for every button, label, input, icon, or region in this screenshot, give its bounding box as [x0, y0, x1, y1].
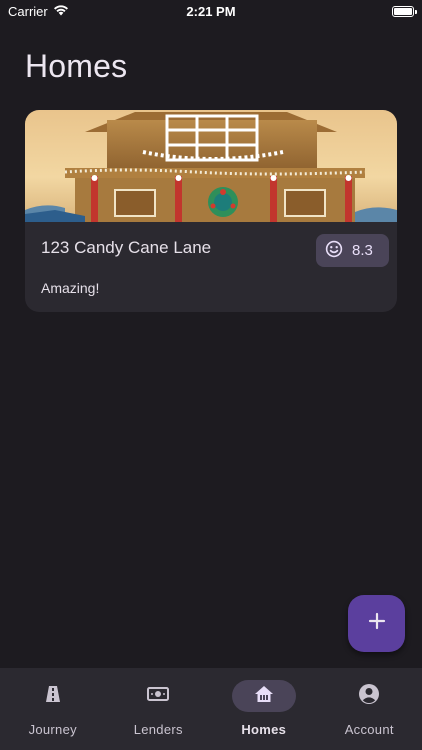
house-icon — [254, 684, 274, 709]
smiley-icon — [325, 240, 343, 262]
home-note: Amazing! — [41, 280, 100, 296]
account-circle-icon — [358, 683, 380, 710]
status-time: 2:21 PM — [186, 3, 236, 19]
score-value: 8.3 — [352, 242, 373, 259]
nav-label-homes: Homes — [241, 722, 287, 737]
nav-label-account: Account — [344, 722, 394, 737]
home-address: 123 Candy Cane Lane — [41, 238, 212, 257]
nav-item-account[interactable]: Account — [317, 668, 422, 750]
nav-pill-homes — [231, 680, 296, 712]
add-home-button[interactable] — [348, 595, 405, 652]
status-bar: Carrier 2:21 PM — [0, 0, 422, 22]
gingerbread-house-photo — [25, 110, 397, 222]
money-icon — [147, 686, 170, 707]
nav-pill-account — [337, 680, 401, 712]
bottom-navigation: Journey Lenders Homes Account — [0, 668, 422, 750]
plus-icon — [368, 612, 386, 635]
score-chip[interactable]: 8.3 — [316, 234, 389, 267]
nav-item-journey[interactable]: Journey — [0, 668, 106, 750]
nav-item-lenders[interactable]: Lenders — [106, 668, 212, 750]
road-icon — [43, 684, 63, 709]
wifi-icon — [53, 4, 69, 19]
nav-pill-journey — [21, 680, 85, 712]
nav-item-homes[interactable]: Homes — [211, 668, 317, 750]
nav-label-lenders: Lenders — [133, 722, 183, 737]
nav-label-journey: Journey — [28, 722, 77, 737]
nav-pill-lenders — [126, 680, 190, 712]
home-card[interactable]: 123 Candy Cane Lane 8.3 Amazing! — [25, 110, 397, 312]
status-left: Carrier — [8, 4, 69, 19]
homes-screen: Carrier 2:21 PM Homes 123 Candy Cane Lan… — [0, 0, 422, 750]
carrier-label: Carrier — [8, 3, 48, 19]
battery-icon — [392, 5, 417, 17]
page-title: Homes — [25, 48, 128, 84]
